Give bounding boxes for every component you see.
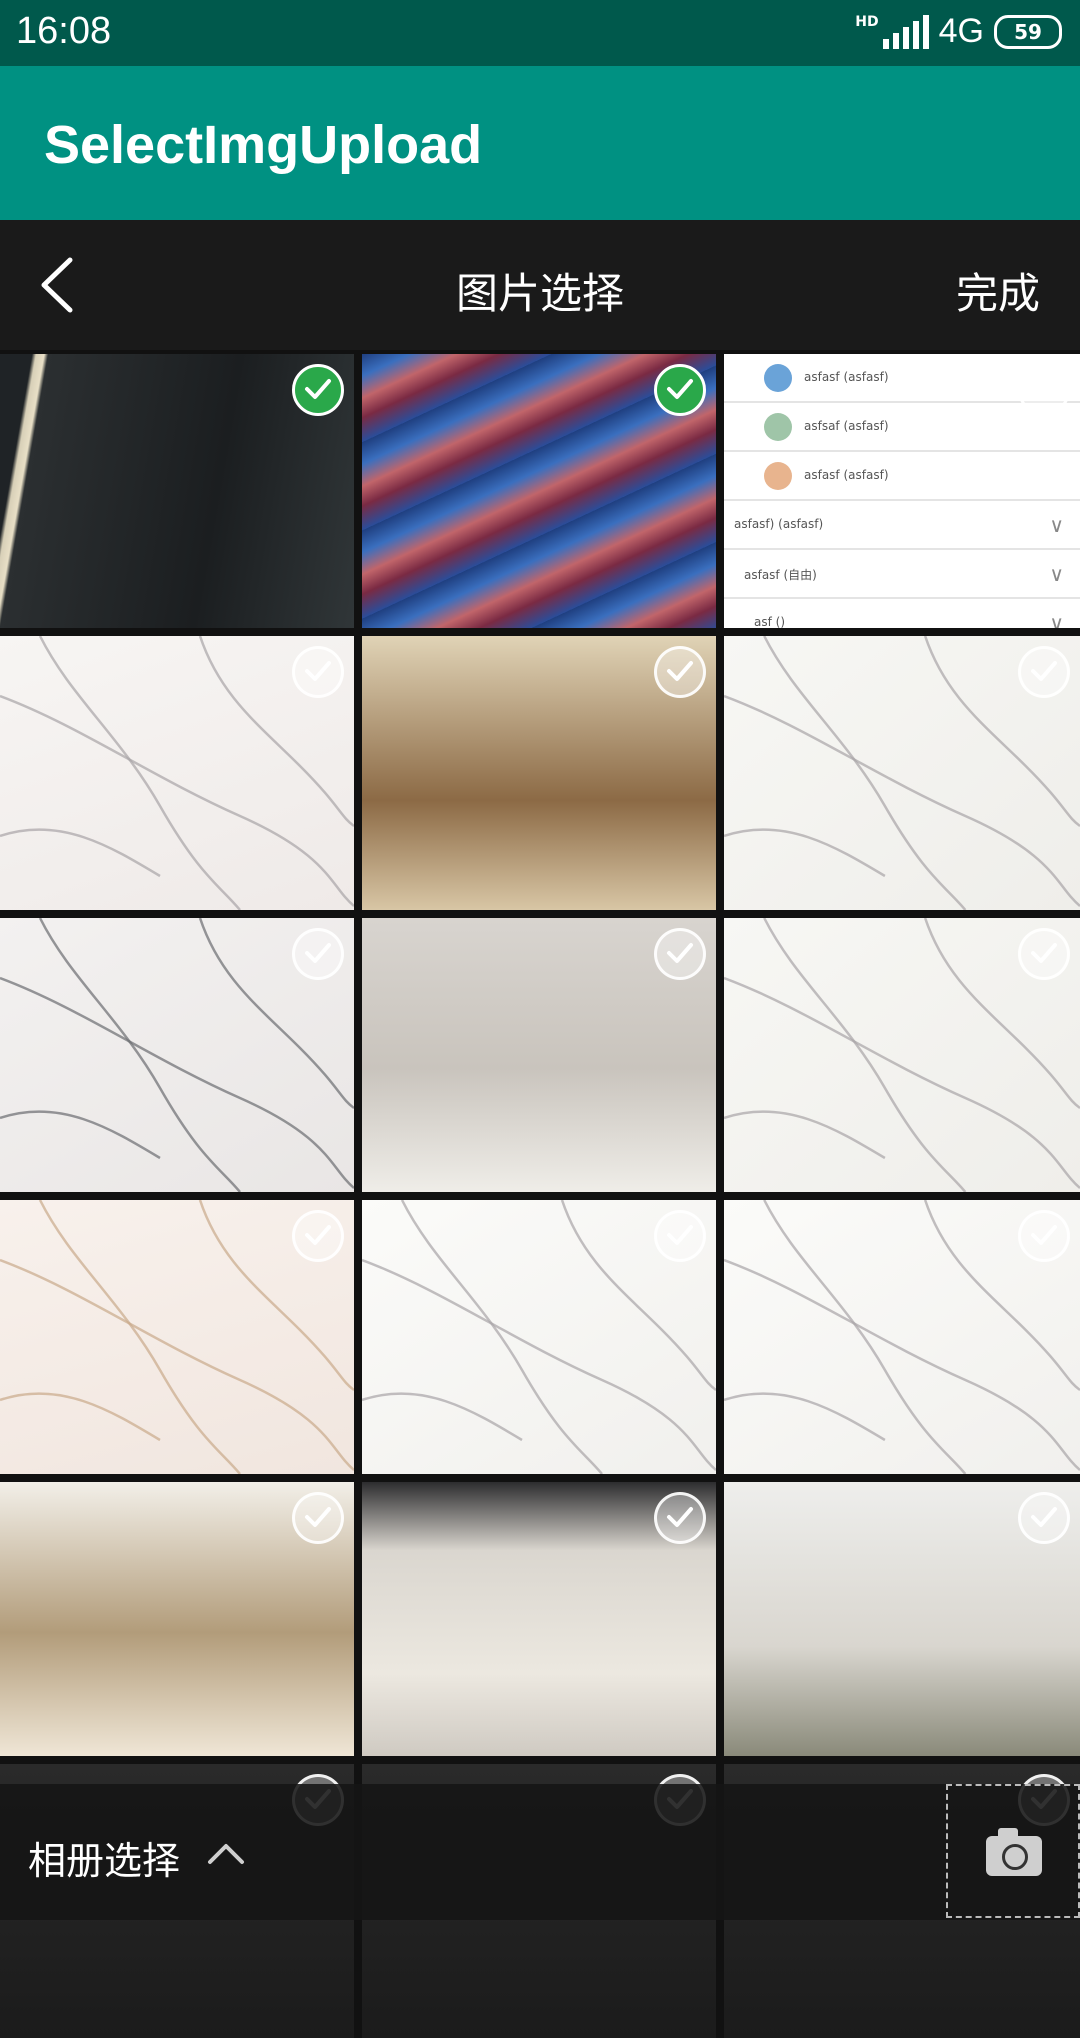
screenshot-list-row: asfsaf (asfasf) (724, 403, 1080, 452)
avatar (764, 364, 792, 392)
selected-check-icon[interactable] (654, 364, 706, 416)
grid-image-tile[interactable] (0, 636, 354, 910)
unselected-check-icon[interactable] (654, 1210, 706, 1262)
screenshot-list-label: asfasf) (asfasf) (734, 517, 824, 531)
unselected-check-icon[interactable] (292, 1492, 344, 1544)
grid-image-tile[interactable] (724, 918, 1080, 1192)
unselected-check-icon[interactable] (292, 1210, 344, 1262)
grid-image-tile[interactable] (362, 1200, 716, 1474)
screenshot-list-row: ∨ asfasf) (asfasf) (724, 501, 1080, 550)
grid-image-tile[interactable] (724, 636, 1080, 910)
avatar (764, 462, 792, 490)
hd-label: HD (855, 13, 879, 30)
camera-button[interactable] (946, 1784, 1080, 1918)
grid-image-tile[interactable] (724, 1200, 1080, 1474)
grid-image-tile[interactable] (0, 1200, 354, 1474)
unselected-check-icon[interactable] (1018, 1210, 1070, 1262)
signal-icon (882, 14, 929, 49)
grid-image-tile[interactable] (362, 354, 716, 628)
grid-image-tile[interactable] (0, 1482, 354, 1756)
picker-title: 图片选择 (455, 269, 624, 318)
avatar (764, 413, 792, 441)
selected-check-icon[interactable] (292, 364, 344, 416)
chevron-down-icon: ∨ (1049, 611, 1064, 628)
grid-image-tile[interactable] (362, 636, 716, 910)
status-time: 16:08 (16, 10, 112, 52)
unselected-check-icon[interactable] (1018, 646, 1070, 698)
screenshot-list-label: asfsaf (asfasf) (804, 419, 889, 433)
album-select-button[interactable]: 相册选择 (28, 1830, 180, 1885)
bottom-bar: 相册选择 (0, 1784, 1080, 1920)
unselected-check-icon[interactable] (1018, 364, 1070, 416)
network-type: 4G (938, 12, 984, 50)
chevron-down-icon: ∨ (1049, 513, 1064, 537)
grid-image-tile[interactable] (724, 1482, 1080, 1756)
unselected-check-icon[interactable] (654, 928, 706, 980)
screenshot-list-row: ∨ asf () (724, 599, 1080, 628)
unselected-check-icon[interactable] (654, 1492, 706, 1544)
screenshot-list-label: asfasf (自由) (744, 568, 817, 582)
grid-image-tile[interactable] (0, 354, 354, 628)
screenshot-list-label: asfasf (asfasf) (804, 370, 889, 384)
app-bar: SelectImgUpload (0, 66, 1080, 220)
screenshot-list-label: asfasf (asfasf) (804, 468, 889, 482)
screenshot-list-label: asf () (754, 615, 786, 628)
grid-image-tile[interactable]: asfasf (asfasf) asfsaf (asfasf) asfasf (as… (724, 354, 1080, 628)
screenshot-list-row: ∨ asfasf (自由) (724, 550, 1080, 599)
screenshot-list-row: asfasf (asfasf) (724, 452, 1080, 501)
camera-icon (986, 1828, 1042, 1876)
grid-image-tile[interactable] (362, 1482, 716, 1756)
unselected-check-icon[interactable] (292, 646, 344, 698)
grid-image-tile[interactable] (362, 918, 716, 1192)
done-button[interactable]: 完成 (956, 260, 1040, 321)
grid-image-tile[interactable] (0, 918, 354, 1192)
chevron-down-icon: ∨ (1049, 562, 1064, 586)
status-bar: 16:08 HD 4G 59 (0, 0, 1080, 66)
app-title: SelectImgUpload (44, 115, 483, 175)
battery-level: 59 (1014, 19, 1042, 44)
unselected-check-icon[interactable] (1018, 928, 1070, 980)
battery-icon: 59 (994, 14, 1062, 49)
unselected-check-icon[interactable] (292, 928, 344, 980)
unselected-check-icon[interactable] (654, 646, 706, 698)
picker-toolbar: 图片选择 完成 (0, 220, 1080, 350)
unselected-check-icon[interactable] (1018, 1492, 1070, 1544)
chevron-up-icon[interactable] (206, 1840, 246, 1866)
